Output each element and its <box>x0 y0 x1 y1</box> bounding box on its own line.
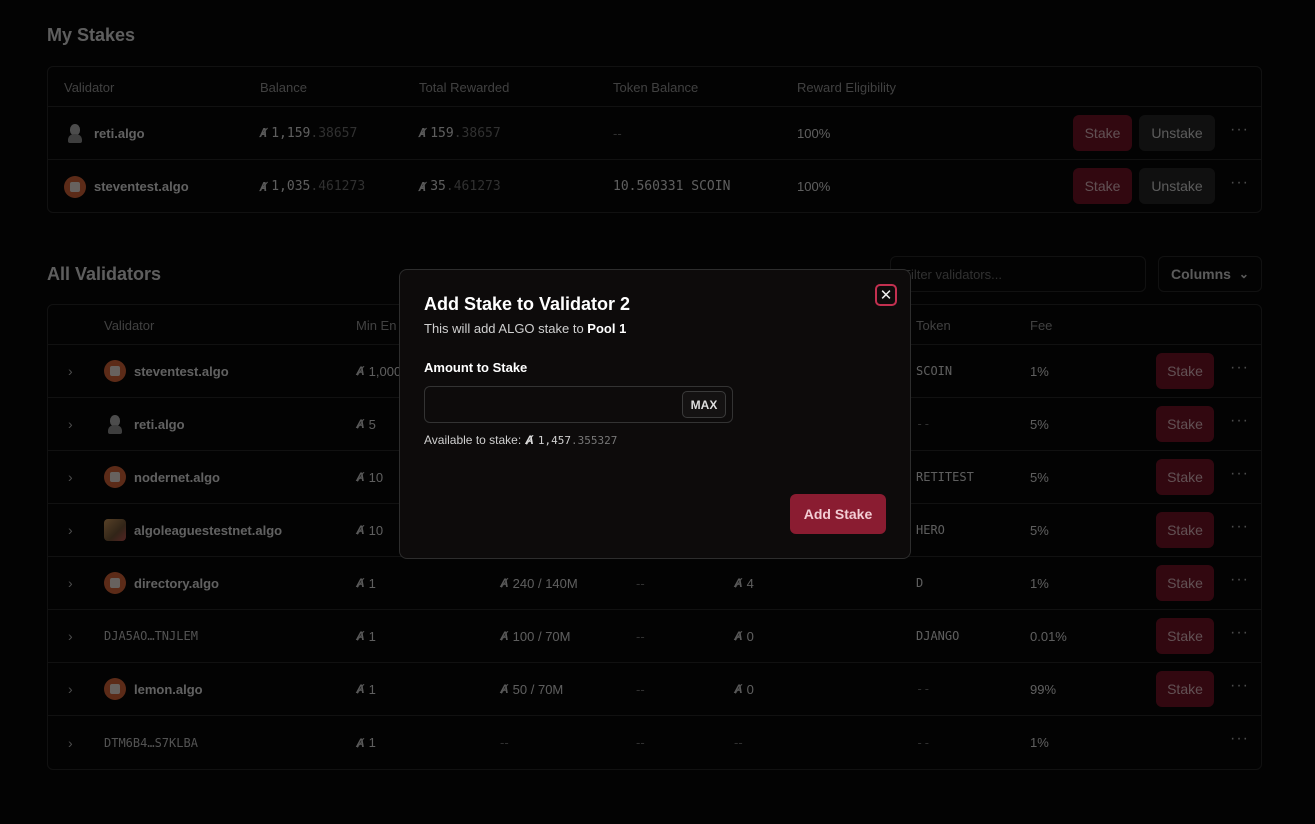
pool-name: Pool 1 <box>587 321 627 336</box>
algo-icon: Ⱥ <box>525 433 534 447</box>
available-int: 1,457 <box>537 433 571 447</box>
amount-label: Amount to Stake <box>424 360 528 375</box>
modal-description: This will add ALGO stake to Pool 1 <box>424 321 626 336</box>
available-to-stake: Available to stake: Ⱥ 1,457.355327 <box>424 433 617 447</box>
max-button[interactable]: MAX <box>682 391 726 418</box>
modal-desc-text: This will add ALGO stake to <box>424 321 588 336</box>
add-stake-button[interactable]: Add Stake <box>790 494 886 534</box>
add-stake-modal: Add Stake to Validator 2 This will add A… <box>399 269 911 559</box>
available-label: Available to stake: <box>424 433 522 447</box>
available-dec: .355327 <box>570 433 618 447</box>
close-icon[interactable]: ✕ <box>875 284 897 306</box>
modal-title: Add Stake to Validator 2 <box>424 294 631 314</box>
amount-input[interactable]: MAX <box>424 386 733 423</box>
